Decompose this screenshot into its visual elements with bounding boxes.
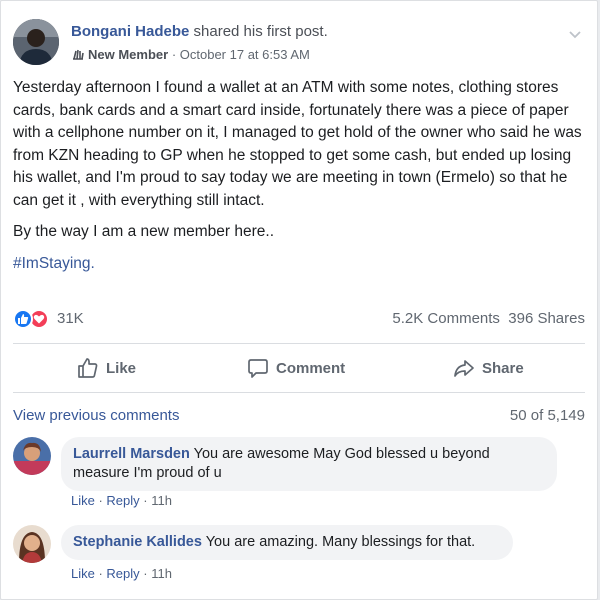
post-paragraph: Yesterday afternoon I found a wallet at … <box>13 79 582 209</box>
post-header: Bongani Hadebe shared his first post. Ne… <box>13 13 587 69</box>
post-paragraph: By the way I am a new member here.. <box>13 223 275 240</box>
comment-bubble: Laurrell Marsden You are awesome May God… <box>61 437 557 491</box>
share-button[interactable]: Share <box>453 344 524 392</box>
meta-dot: · <box>139 493 152 508</box>
author-avatar[interactable] <box>13 19 59 65</box>
chevron-down-icon[interactable] <box>569 27 581 42</box>
comment-reply-link[interactable]: Reply <box>106 566 139 581</box>
comment-meta: Like · Reply · 11h <box>71 566 172 581</box>
shares-count[interactable]: 396 Shares <box>508 310 585 327</box>
commenter-avatar[interactable] <box>13 437 51 475</box>
comment-bubble: Stephanie Kallides You are amazing. Many… <box>61 525 513 560</box>
comments-header: View previous comments 50 of 5,149 <box>13 407 585 424</box>
comment-text: You are amazing. Many blessings for that… <box>205 534 476 550</box>
post-stats: 31K 5.2K Comments 396 Shares <box>13 305 585 333</box>
post-card: Bongani Hadebe shared his first post. Ne… <box>0 0 598 600</box>
like-button[interactable]: Like <box>77 344 136 392</box>
comment-button-label: Comment <box>276 359 346 377</box>
like-reaction-icon[interactable] <box>13 309 33 329</box>
thumbs-up-icon <box>78 358 98 378</box>
comments-pager: 50 of 5,149 <box>509 407 585 424</box>
comment-like-link[interactable]: Like <box>71 493 95 508</box>
comment-like-link[interactable]: Like <box>71 566 95 581</box>
shared-text: shared his first post. <box>189 23 328 40</box>
share-arrow-icon <box>454 360 474 377</box>
engagement-counts: 5.2K Comments 396 Shares <box>392 310 585 327</box>
post-title-line: Bongani Hadebe shared his first post. <box>71 23 328 40</box>
post-action-bar: Like Comment Share <box>13 343 585 393</box>
meta-dot: · <box>94 566 107 581</box>
comment-author[interactable]: Laurrell Marsden <box>73 446 190 462</box>
view-previous-comments-link[interactable]: View previous comments <box>13 407 179 424</box>
waving-hand-icon <box>73 49 84 60</box>
post-body: Yesterday afternoon I found a wallet at … <box>13 77 585 284</box>
meta-dot: · <box>139 566 152 581</box>
comments-count[interactable]: 5.2K Comments <box>392 310 500 327</box>
comment-time[interactable]: 11h <box>151 493 172 508</box>
commenter-avatar[interactable] <box>13 525 51 563</box>
reactions-count[interactable]: 31K <box>57 310 84 327</box>
share-button-label: Share <box>482 359 524 377</box>
comment-time[interactable]: 11h <box>151 566 172 581</box>
post-meta: New Member · October 17 at 6:53 AM <box>71 47 310 62</box>
post-timestamp[interactable]: October 17 at 6:53 AM <box>180 47 310 62</box>
hashtag-link[interactable]: #ImStaying. <box>13 255 95 272</box>
comment-reply-link[interactable]: Reply <box>106 493 139 508</box>
speech-bubble-icon <box>248 359 268 378</box>
new-member-badge[interactable]: New Member <box>88 47 168 62</box>
like-button-label: Like <box>106 359 137 377</box>
meta-dot: · <box>94 493 107 508</box>
comment-meta: Like · Reply · 11h <box>71 493 172 508</box>
meta-separator: · <box>168 47 180 62</box>
author-name[interactable]: Bongani Hadebe <box>71 23 189 40</box>
comment-button[interactable]: Comment <box>247 344 345 392</box>
comment-author[interactable]: Stephanie Kallides <box>73 534 202 550</box>
